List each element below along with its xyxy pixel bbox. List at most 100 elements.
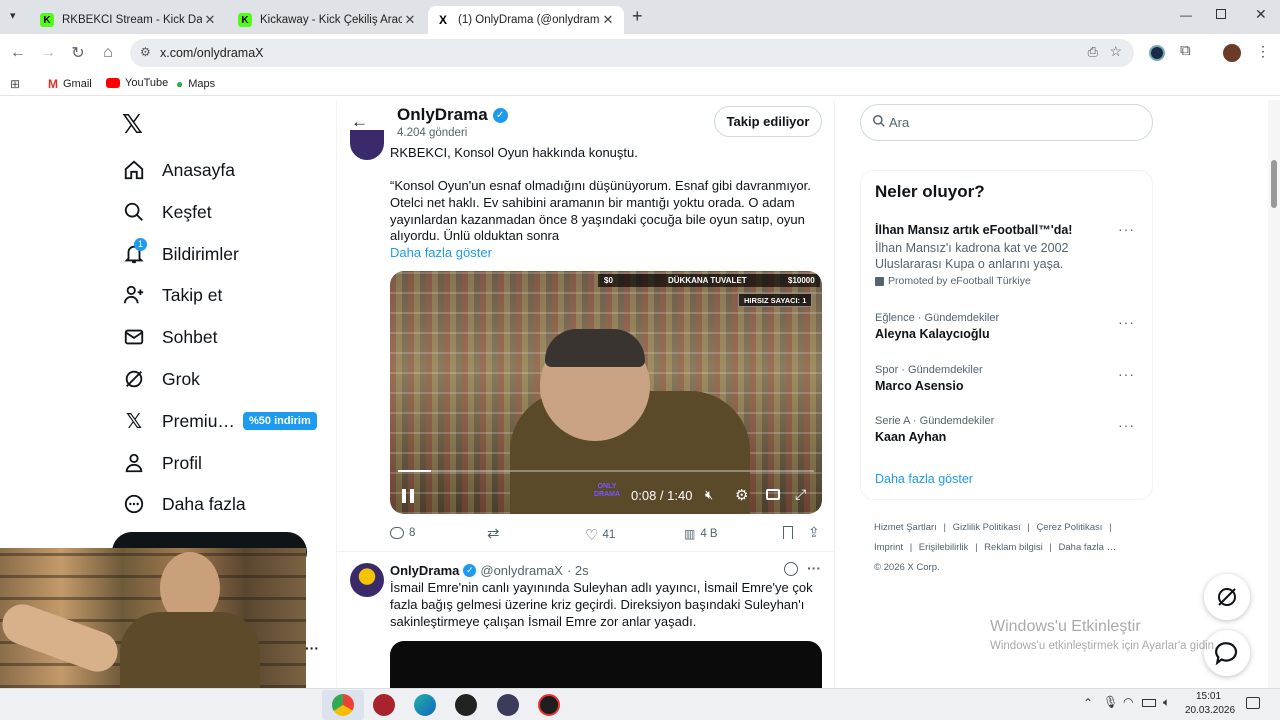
reload-icon[interactable]: ↻ [68, 43, 88, 63]
page-scrollbar[interactable] [1268, 100, 1280, 688]
footer-link[interactable]: Daha fazla … [1059, 542, 1117, 553]
nav-item-notifications[interactable]: 1 Bildirimler [122, 234, 239, 274]
obs-icon[interactable] [497, 694, 519, 716]
following-button[interactable]: Takip ediliyor [714, 106, 822, 137]
notifications-center-icon[interactable] [1246, 697, 1260, 709]
share-icon[interactable]: ⇪ [808, 524, 820, 541]
tweet-avatar[interactable] [350, 130, 384, 160]
promoted-trend[interactable]: İlhan Mansız artık eFootball™'da! İlhan … [875, 221, 1145, 287]
back-arrow-icon[interactable]: ← [351, 112, 368, 132]
wifi-icon[interactable]: ◠ [1123, 695, 1133, 709]
trend-item[interactable]: Eğlence · Gündemdekiler Aleyna Kalaycıoğ… [875, 312, 1145, 341]
pause-icon[interactable] [402, 489, 414, 503]
bookmark-star-icon[interactable]: ☆ [1109, 43, 1122, 60]
activation-watermark-title: Windows'u Etkinleştir [990, 618, 1141, 635]
tweet-video[interactable]: $0 DÜKKANA TUVALET $10000 HIRSIZ SAYACI:… [390, 271, 822, 514]
avatar-icon[interactable] [1223, 44, 1241, 62]
minimize-icon[interactable]: — [1180, 8, 1192, 22]
nav-item-grok[interactable]: Grok [122, 359, 200, 399]
bookmark-youtube[interactable]: YouTube [106, 77, 168, 89]
grok-float-button[interactable] [1204, 574, 1250, 620]
footer-link[interactable]: Gizlilik Politikası [953, 522, 1021, 533]
more-dots-icon[interactable]: ··· [305, 640, 319, 656]
tweet-video[interactable] [390, 641, 822, 690]
trend-item[interactable]: Serie A · Gündemdekiler Kaan Ayhan ··· [875, 415, 1145, 444]
like-button[interactable]: ♡ 41 [585, 526, 615, 544]
nav-item-follow[interactable]: Takip et [122, 275, 222, 315]
x-logo-icon[interactable]: 𝕏 [122, 110, 143, 140]
volume-icon[interactable]: 🔈︎ [1163, 695, 1170, 710]
close-tab-icon[interactable]: ✕ [202, 12, 218, 28]
new-tab-icon[interactable]: + [632, 6, 643, 27]
bookmark-maps[interactable]: ● Maps [176, 77, 215, 91]
picture-in-picture-icon[interactable] [766, 489, 780, 500]
app-icon-dark[interactable] [455, 694, 477, 716]
microphone-icon[interactable]: 🎙︎ [1103, 695, 1118, 709]
battery-icon[interactable] [1142, 699, 1156, 707]
app-icon-red[interactable] [373, 694, 395, 716]
show-more-link[interactable]: Daha fazla göster [390, 245, 492, 260]
close-tab-icon[interactable]: ✕ [600, 12, 616, 28]
tweet-time[interactable]: · 2s [567, 563, 589, 578]
trends-show-more-link[interactable]: Daha fazla göster [875, 472, 973, 486]
video-progress-track[interactable] [398, 470, 814, 472]
back-icon[interactable]: ← [8, 43, 28, 63]
footer-link[interactable]: Çerez Politikası [1036, 522, 1102, 533]
footer-links: Hizmet Şartları | Gizlilik Politikası | … [874, 522, 1117, 573]
tweet-avatar[interactable] [350, 563, 384, 597]
trend-item[interactable]: Spor · Gündemdekiler Marco Asensio ··· [875, 364, 1145, 393]
nav-item-profile[interactable]: Profil [122, 443, 202, 483]
browser-tab-onlydrama[interactable]: X (1) OnlyDrama (@onlydramaX) ✕ [428, 6, 624, 34]
tweet-author-handle[interactable]: @onlydramaX [480, 563, 563, 578]
chrome-icon[interactable] [332, 694, 354, 716]
close-window-icon[interactable]: ✕ [1255, 6, 1267, 23]
clock-date[interactable]: 20.03.2026 [1185, 705, 1235, 716]
apps-grid-icon[interactable]: ⊞ [10, 77, 20, 91]
banner-title: DÜKKANA TUVALET [668, 276, 747, 285]
more-dots-icon[interactable]: ··· [1118, 366, 1135, 382]
tab-search-icon[interactable]: ▾ [10, 9, 16, 22]
profile-switch-icon[interactable] [1149, 45, 1165, 61]
clock-time[interactable]: 15:01 [1196, 691, 1221, 702]
nav-item-explore[interactable]: Keşfet [122, 192, 212, 232]
extensions-icon[interactable]: ⧉ [1180, 42, 1191, 59]
footer-link[interactable]: Hizmet Şartları [874, 522, 937, 533]
app-icon-dark-2[interactable] [538, 694, 560, 716]
nav-item-messages[interactable]: Sohbet [122, 317, 217, 357]
tweet-author-name[interactable]: OnlyDrama [390, 563, 459, 578]
retweet-icon[interactable]: ⇄ [487, 524, 500, 542]
reply-button[interactable]: 8 [390, 527, 415, 539]
search-input[interactable]: Ara [860, 104, 1153, 141]
url-bar[interactable]: ⚙ x.com/onlydramaX ⎙ ☆ [130, 39, 1134, 67]
more-dots-icon[interactable]: ··· [807, 560, 821, 576]
site-info-icon[interactable]: ⚙ [140, 45, 151, 59]
more-dots-icon[interactable]: ··· [1118, 221, 1135, 237]
forward-icon[interactable]: → [38, 43, 58, 63]
tray-chevron-icon[interactable]: ⌃ [1083, 696, 1093, 710]
footer-link[interactable]: Reklam bilgisi [984, 542, 1043, 553]
install-app-icon[interactable]: ⎙ [1088, 44, 1098, 60]
menu-kebab-icon[interactable]: ⋮ [1256, 43, 1270, 60]
more-dots-icon[interactable]: ··· [1118, 417, 1135, 433]
restore-icon[interactable] [1216, 9, 1226, 19]
more-dots-icon[interactable]: ··· [1118, 314, 1135, 330]
edge-icon[interactable] [414, 694, 436, 716]
nav-item-home[interactable]: Anasayfa [122, 150, 235, 190]
settings-icon[interactable]: ⚙ [735, 486, 748, 504]
browser-tab-kick-dashboard[interactable]: K RKBEKCI Stream - Kick Dashboard ✕ [32, 6, 226, 34]
nav-item-premium[interactable]: 𝕏 Premiu… [122, 401, 235, 441]
bookmark-icon[interactable] [783, 526, 793, 539]
fullscreen-icon[interactable]: ⤢ [795, 486, 806, 503]
bookmark-gmail[interactable]: M Gmail [48, 77, 92, 91]
footer-link[interactable]: Imprint [874, 542, 903, 553]
home-icon[interactable]: ⌂ [98, 43, 118, 63]
mute-icon[interactable]: 🔇︎ [705, 487, 713, 503]
views-button[interactable]: ▥ 4 B [684, 527, 718, 541]
scrollbar-thumb[interactable] [1271, 160, 1277, 208]
nav-item-more[interactable]: Daha fazla [122, 484, 246, 524]
close-tab-icon[interactable]: ✕ [402, 12, 418, 28]
grok-icon[interactable] [784, 562, 798, 576]
browser-tab-kickaway[interactable]: K Kickaway - Kick Çekiliş Aracı ✕ [230, 6, 426, 34]
banner-left-value: $0 [604, 276, 613, 285]
footer-link[interactable]: Erişilebilirlik [919, 542, 969, 553]
